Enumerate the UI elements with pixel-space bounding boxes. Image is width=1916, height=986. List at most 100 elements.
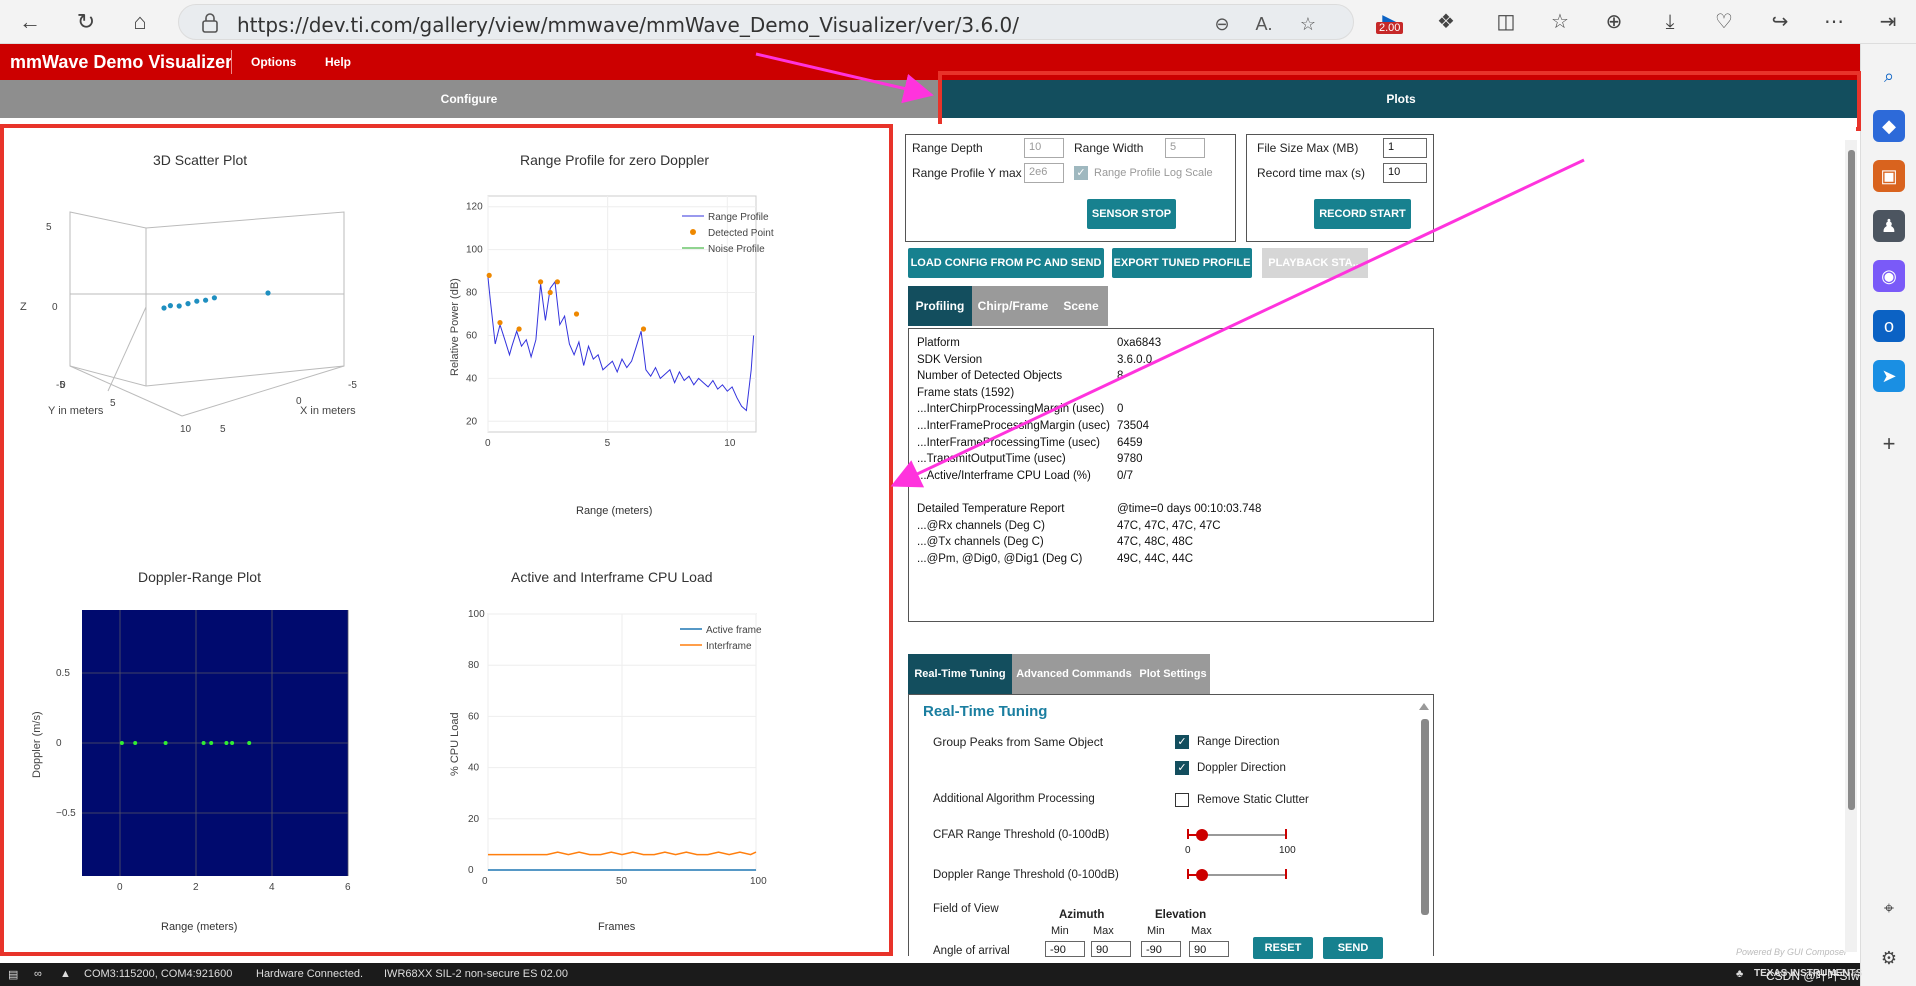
outlook-icon[interactable]: o <box>1873 310 1905 342</box>
azimuth-max-input[interactable]: 90 <box>1091 941 1131 957</box>
settings-gear-icon[interactable]: ⚙ <box>1873 942 1905 974</box>
menu-options[interactable]: Options <box>251 55 296 69</box>
doppler-range-slider[interactable] <box>1187 863 1287 887</box>
remove-clutter-checkbox[interactable] <box>1175 793 1189 807</box>
stat-value: 0/7 <box>1117 469 1133 482</box>
legend-range-profile: Range Profile <box>708 212 769 223</box>
tab-plot-settings[interactable]: Plot Settings <box>1136 654 1210 694</box>
range-width-input[interactable]: 5 <box>1165 138 1205 158</box>
legend-noise-profile: Noise Profile <box>708 244 765 255</box>
screenshot-icon[interactable]: ⌖ <box>1873 892 1905 924</box>
range-direction-checkbox[interactable]: ✓ <box>1175 735 1189 749</box>
tools-icon[interactable]: ▣ <box>1873 160 1905 192</box>
tuning-scrollbar[interactable] <box>1421 719 1429 915</box>
range-y-tick: 20 <box>466 416 478 427</box>
cfar-range-label: CFAR Range Threshold (0-100dB) <box>933 829 1110 841</box>
elevation-max-input[interactable]: 90 <box>1189 941 1229 957</box>
azimuth-min-input[interactable]: -90 <box>1045 941 1085 957</box>
scatter3d-y-tick: 10 <box>180 424 192 435</box>
doppler-point <box>133 741 138 745</box>
address-bar[interactable]: https://dev.ti.com/gallery/view/mmwave/m… <box>178 4 1354 40</box>
doppler-point <box>163 741 168 745</box>
file-size-input[interactable]: 1 <box>1383 138 1427 158</box>
share-icon[interactable]: ↪ <box>1766 8 1794 36</box>
doppler-range-threshold-label: Doppler Range Threshold (0-100dB) <box>933 869 1119 881</box>
legend-active-frame: Active frame <box>706 625 762 636</box>
record-start-button[interactable]: RECORD START <box>1314 199 1411 229</box>
status-menu-icon[interactable]: ▤ <box>8 968 18 981</box>
range-profile-ymax-label: Range Profile Y max <box>912 166 1022 180</box>
detected-point <box>538 279 544 285</box>
shopping-icon[interactable]: ◆ <box>1873 110 1905 142</box>
games-icon[interactable]: ♟ <box>1873 210 1905 242</box>
cfar-range-slider[interactable] <box>1187 823 1287 847</box>
doppler-range-chart: 0 2 4 6 0.5 0 −0.5 Doppler (m/s) <box>31 610 351 893</box>
tuning-panel: Real-Time Tuning Group Peaks from Same O… <box>908 694 1434 959</box>
send-icon[interactable]: ➤ <box>1873 360 1905 392</box>
send-button[interactable]: SEND <box>1323 937 1383 959</box>
cpu-x-tick: 0 <box>482 876 488 887</box>
refresh-icon[interactable]: ↻ <box>70 7 102 37</box>
add-icon[interactable]: + <box>1873 428 1905 460</box>
stat-label: ...InterFrameProcessingTime (usec) <box>917 436 1100 449</box>
scroll-up-arrow-icon[interactable] <box>1419 703 1429 710</box>
scatter3d-z-label: Z <box>20 301 27 313</box>
tab-scene[interactable]: Scene <box>1054 286 1108 326</box>
app-title: mmWave Demo Visualizer <box>10 52 233 72</box>
search-icon[interactable]: ⌕ <box>1873 60 1905 92</box>
connection-link-icon[interactable]: ∞ <box>34 968 42 980</box>
load-config-button[interactable]: LOAD CONFIG FROM PC AND SEND <box>908 248 1104 278</box>
home-icon[interactable]: ⌂ <box>124 7 156 37</box>
menu-help[interactable]: Help <box>325 55 351 69</box>
doppler-direction-checkbox[interactable]: ✓ <box>1175 761 1189 775</box>
azimuth-min-label: Min <box>1051 925 1069 937</box>
sensor-stop-button[interactable]: SENSOR STOP <box>1087 199 1176 229</box>
zoom-icon[interactable]: ⊖ <box>1209 12 1235 36</box>
collections-icon[interactable]: ⊕ <box>1600 8 1628 36</box>
ti-logo-icon: ♣ <box>1736 968 1744 980</box>
elevation-min-input[interactable]: -90 <box>1141 941 1181 957</box>
tab-real-time-tuning[interactable]: Real-Time Tuning <box>908 654 1012 694</box>
stat-value: 3.6.0.0 <box>1117 353 1153 366</box>
log-scale-label: Range Profile Log Scale <box>1094 167 1213 179</box>
tab-profiling[interactable]: Profiling <box>908 286 972 326</box>
downloads-icon[interactable]: ⤓ <box>1656 8 1684 36</box>
extensions-icon[interactable]: ❖ <box>1432 8 1460 36</box>
playback-start-button[interactable]: PLAYBACK STA... <box>1262 248 1368 278</box>
browser-toolbar: ← ↻ ⌂ https://dev.ti.com/gallery/view/mm… <box>0 0 1916 44</box>
log-scale-checkbox[interactable]: ✓ <box>1074 166 1088 180</box>
sidebar-toggle-icon[interactable]: ⇥ <box>1874 8 1902 36</box>
browser-essentials-icon[interactable]: ♡ <box>1710 8 1738 36</box>
record-time-input[interactable]: 10 <box>1383 163 1427 183</box>
favorite-star-icon[interactable]: ☆ <box>1295 12 1321 36</box>
page-scrollbar-thumb[interactable] <box>1848 150 1855 810</box>
stat-value: 8 <box>1117 370 1124 383</box>
expand-up-icon[interactable]: ▲ <box>60 968 71 980</box>
export-profile-button[interactable]: EXPORT TUNED PROFILE <box>1112 248 1252 278</box>
tab-configure[interactable]: Configure <box>0 80 940 118</box>
range-profile-ymax-input[interactable]: 2e6 <box>1024 163 1064 183</box>
stat-label: ...@Pm, @Dig0, @Dig1 (Deg C) <box>917 552 1083 565</box>
range-depth-input[interactable]: 10 <box>1024 138 1064 158</box>
back-icon[interactable]: ← <box>14 7 46 37</box>
favorites-icon[interactable]: ☆ <box>1546 8 1574 36</box>
tab-advanced-commands[interactable]: Advanced Commands <box>1012 654 1136 694</box>
stat-value: 49C, 44C, 44C <box>1117 552 1194 565</box>
cpu-load-ylabel: % CPU Load <box>449 712 461 776</box>
copilot-icon[interactable]: ◉ <box>1873 260 1905 292</box>
tab-chirp-frame[interactable]: Chirp/Frame <box>972 286 1054 326</box>
more-menu-icon[interactable]: ⋯ <box>1820 8 1848 36</box>
cpu-load-chart: 0 20 40 60 80 100 0 50 100 Active frame Interfra… <box>449 609 767 887</box>
reset-button[interactable]: RESET <box>1253 937 1313 959</box>
device-status: IWR68XX SIL-2 non-secure ES 02.00 <box>384 968 569 980</box>
elevation-label: Elevation <box>1155 909 1207 921</box>
legend-detected-points: Detected Points <box>708 228 774 239</box>
split-screen-icon[interactable]: ◫ <box>1492 8 1520 36</box>
read-aloud-icon[interactable]: A. <box>1251 12 1277 36</box>
extension-badge: 2.00 <box>1376 22 1404 34</box>
plots-tab-highlight <box>938 71 1861 131</box>
doppler-y-tick: 0 <box>56 738 62 749</box>
stat-value: 47C, 47C, 47C, 47C <box>1117 519 1221 532</box>
detected-point <box>516 326 522 332</box>
scatter3d-point <box>167 303 173 309</box>
